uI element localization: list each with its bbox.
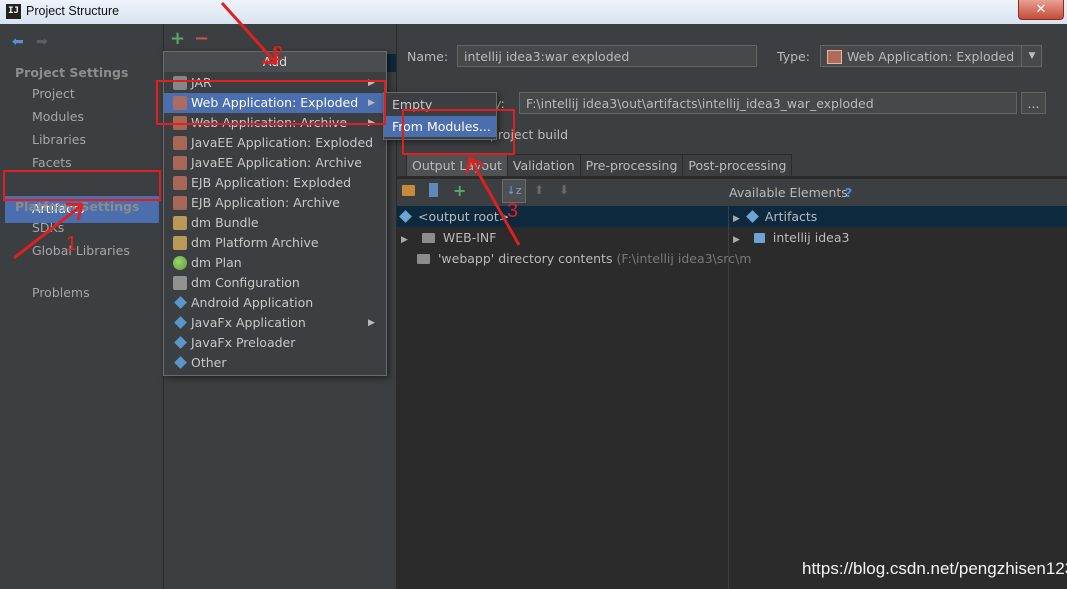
annotation-label-1: 1	[66, 233, 78, 255]
annotation-label-3: 3	[507, 200, 519, 222]
watermark: https://blog.csdn.net/pengzhisen123	[802, 559, 1067, 578]
annotation-label-2: 2	[272, 43, 284, 65]
annotation-arrow-2	[220, 1, 278, 65]
annotation-arrows	[13, 1, 521, 260]
